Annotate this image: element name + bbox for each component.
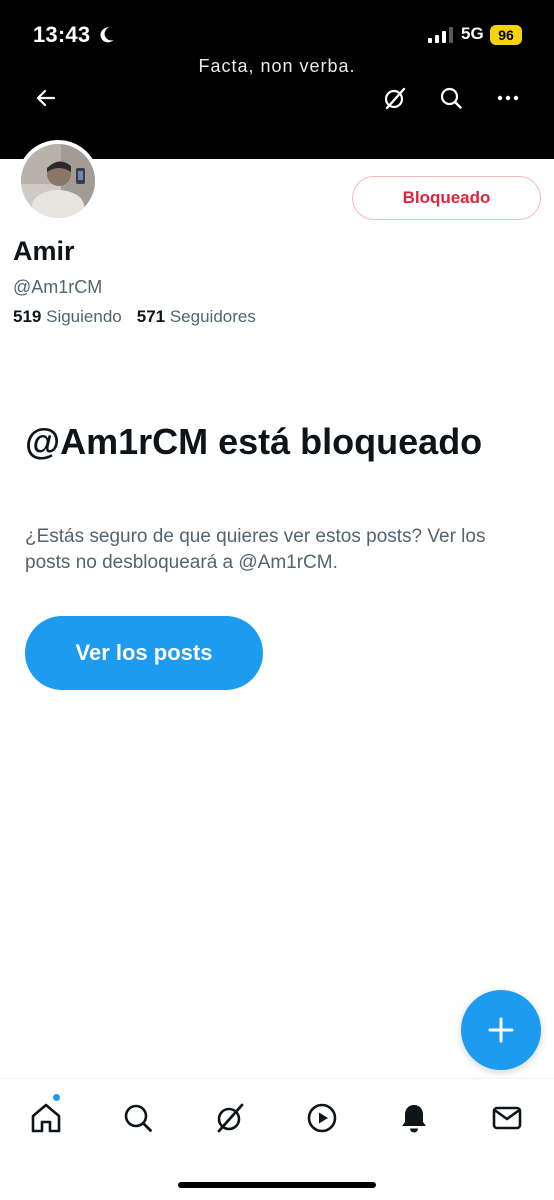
tab-video[interactable] <box>302 1098 342 1138</box>
home-icon <box>31 1103 61 1133</box>
bell-icon <box>402 1105 426 1133</box>
home-indicator <box>178 1182 376 1188</box>
avatar[interactable] <box>17 140 99 222</box>
avatar-image <box>21 144 95 218</box>
followers-label: Seguidores <box>169 307 256 326</box>
tab-grok[interactable] <box>210 1098 250 1138</box>
view-posts-button[interactable]: Ver los posts <box>25 616 263 690</box>
followers-link[interactable]: 571 Seguidores <box>137 307 256 326</box>
blocked-description: ¿Estás seguro de que quieres ver estos p… <box>25 526 486 573</box>
moon-icon <box>100 27 114 43</box>
battery-indicator: 96 <box>490 25 522 45</box>
grok-icon <box>217 1103 244 1133</box>
search-icon <box>124 1104 152 1132</box>
followers-count: 571 <box>136 307 166 326</box>
profile-photo <box>21 144 95 218</box>
blocked-title: @Am1rCM está bloqueado <box>25 421 483 462</box>
tab-home[interactable] <box>26 1098 66 1138</box>
profile-handle: @Am1rCM <box>13 277 103 297</box>
play-circle-icon <box>307 1103 337 1133</box>
blocked-button[interactable]: Bloqueado <box>352 176 541 220</box>
follow-stats: 519 Siguiendo 571 Seguidores <box>13 307 256 327</box>
arrow-left-icon <box>36 89 56 107</box>
more-button[interactable] <box>492 82 524 114</box>
tab-messages[interactable] <box>487 1098 527 1138</box>
grok-button[interactable] <box>379 82 411 114</box>
following-count: 519 <box>13 307 42 326</box>
profile-name: Amir <box>13 236 75 266</box>
grok-icon <box>384 87 406 110</box>
header-banner: 13:43 5G 96 Facta, non verba. <box>0 0 554 159</box>
compose-fab[interactable] <box>461 990 541 1070</box>
tab-notifications[interactable] <box>394 1098 434 1138</box>
status-bar: 13:43 5G 96 <box>0 0 554 60</box>
home-unread-dot <box>52 1093 61 1102</box>
following-link[interactable]: 519 Siguiendo <box>13 307 122 326</box>
back-button[interactable] <box>30 82 62 114</box>
cellular-signal-icon <box>428 27 453 43</box>
search-icon <box>440 87 462 109</box>
more-horizontal-icon <box>497 95 519 101</box>
search-button[interactable] <box>435 82 467 114</box>
network-type: 5G <box>461 24 484 43</box>
following-label: Siguiendo <box>46 307 122 326</box>
envelope-icon <box>492 1106 522 1130</box>
plus-icon <box>488 1017 514 1043</box>
banner-text: Facta, non verba. <box>198 56 356 76</box>
bottom-tab-bar <box>0 1078 554 1158</box>
status-time: 13:43 <box>33 22 91 47</box>
tab-search[interactable] <box>118 1098 158 1138</box>
